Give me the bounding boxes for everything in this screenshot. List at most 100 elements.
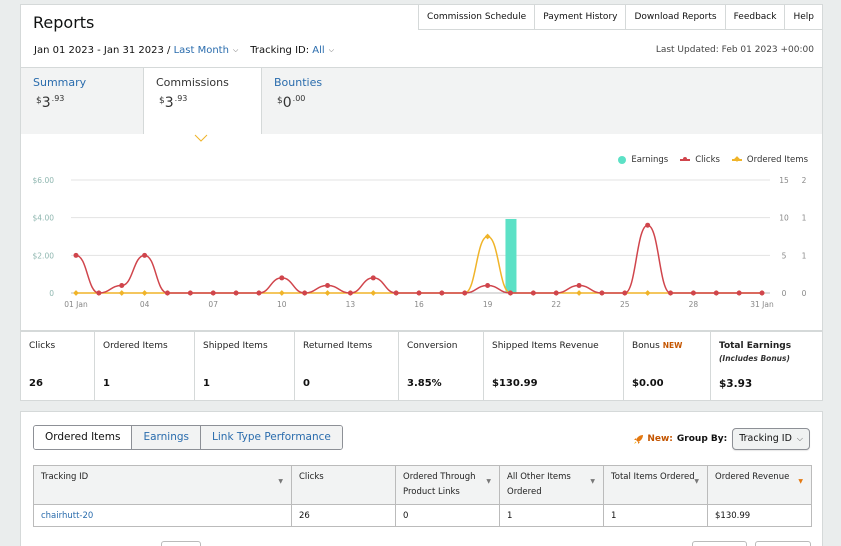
- col-tracking-id[interactable]: Tracking ID ▼: [33, 465, 292, 505]
- legend-earnings[interactable]: Earnings: [618, 155, 668, 165]
- tracking-id-label: Tracking ID:: [250, 45, 310, 56]
- tab-bounties-value: $0.00: [277, 94, 306, 111]
- clicks-point: [462, 290, 468, 296]
- y-left-tick-label: $4.00: [33, 214, 55, 223]
- group-by-control: New: Group By: Tracking ID ⌵: [633, 428, 810, 450]
- x-tick-label: 19: [483, 300, 493, 309]
- col-clicks[interactable]: Clicks: [291, 465, 396, 505]
- help-link[interactable]: Help: [784, 5, 823, 30]
- clicks-point: [187, 290, 193, 296]
- tab-summary[interactable]: Summary $3.93: [21, 68, 143, 136]
- commission-schedule-link[interactable]: Commission Schedule: [418, 5, 536, 30]
- col-ordered-through-product-links[interactable]: Ordered Through Product Links ▼: [395, 465, 500, 505]
- date-filter-row: Jan 01 2023 - Jan 31 2023 / Last Month ⌵…: [34, 45, 340, 56]
- ordered-items-point: [324, 290, 331, 296]
- tab-commissions-value: $3.93: [159, 94, 188, 111]
- ordered-revenue-cell: $130.99: [707, 504, 812, 527]
- ordered-items-point: [73, 290, 79, 296]
- all-other-items-cell: 1: [499, 504, 604, 527]
- ordered-items-point: [141, 290, 148, 296]
- tab-ordered-items[interactable]: Ordered Items: [34, 426, 132, 449]
- table-header-row: Tracking ID ▼ Clicks Ordered Through Prod…: [33, 465, 812, 505]
- tab-link-type-performance[interactable]: Link Type Performance: [200, 426, 342, 449]
- y-left-tick-label: 0: [49, 289, 54, 298]
- ordered-items-point: [118, 290, 125, 296]
- download-reports-link[interactable]: Download Reports: [625, 5, 726, 30]
- clicks-cell: 26: [291, 504, 396, 527]
- date-range: Jan 01 2023 - Jan 31 2023 /: [34, 45, 171, 56]
- rocket-icon: [634, 434, 644, 444]
- clicks-point: [576, 282, 582, 288]
- y-right-clicks-tick-label: 5: [782, 251, 787, 260]
- y-left-tick-label: $2.00: [33, 251, 55, 260]
- group-by-select[interactable]: Tracking ID ⌵: [732, 428, 810, 450]
- clicks-point: [370, 275, 376, 281]
- new-label: New:: [647, 434, 673, 444]
- ordered-items-point: [278, 290, 285, 296]
- clicks-point: [645, 222, 651, 228]
- feedback-link[interactable]: Feedback: [724, 5, 786, 30]
- tracking-id-dropdown[interactable]: All: [312, 45, 324, 56]
- x-tick-label: 04: [140, 300, 150, 309]
- ordered-items-line: [76, 235, 762, 294]
- metric-ordered-items: Ordered Items 1: [95, 332, 195, 400]
- pagination-prev-button[interactable]: [692, 541, 747, 546]
- metric-conversion: Conversion 3.85%: [399, 332, 484, 400]
- chart-panel: 0 0 0 $2.00 5 1 $4.00 10 1 $6.00 15 2 01 Jan 04 07 10 13…: [20, 134, 823, 331]
- metric-bonus: Bonus NEW $0.00: [624, 332, 711, 400]
- tab-pointer-outline: [194, 134, 208, 142]
- y-right-items-tick-label: 1: [802, 251, 807, 260]
- clicks-point: [759, 290, 765, 296]
- clicks-point: [302, 290, 308, 296]
- y-right-items-tick-label: 2: [802, 176, 807, 185]
- clicks-point: [142, 252, 148, 258]
- clicks-point: [690, 290, 696, 296]
- y-right-items-tick-label: 0: [802, 289, 807, 298]
- clicks-point: [279, 275, 285, 281]
- clicks-point: [668, 290, 674, 296]
- clicks-point: [416, 290, 422, 296]
- y-right-clicks-tick-label: 15: [779, 176, 789, 185]
- clicks-point: [439, 290, 445, 296]
- sort-active-icon: ▼: [798, 478, 803, 485]
- total-items-cell: 1: [603, 504, 708, 527]
- clicks-point: [119, 282, 125, 288]
- clicks-legend-marker: [680, 157, 691, 161]
- tab-summary-label: Summary: [33, 76, 87, 89]
- tab-commissions[interactable]: Commissions $3.93: [143, 68, 262, 138]
- col-total-items-ordered[interactable]: Total Items Ordered ▼: [603, 465, 708, 505]
- tab-summary-value: $3.93: [36, 94, 65, 111]
- y-right-items-tick-label: 1: [802, 214, 807, 223]
- summary-tabs: Summary $3.93 Commissions $3.93 Bounties…: [20, 67, 823, 138]
- tracking-id-cell[interactable]: chairhutt-20: [33, 504, 292, 527]
- col-all-other-items-ordered[interactable]: All Other Items Ordered ▼: [499, 465, 604, 505]
- chevron-down-icon: ⌵: [328, 46, 334, 54]
- col-ordered-revenue[interactable]: Ordered Revenue ▼: [707, 465, 812, 505]
- payment-history-link[interactable]: Payment History: [534, 5, 627, 30]
- x-tick-label: 01 Jan: [64, 300, 88, 309]
- active-tab-pointer: [175, 135, 187, 141]
- report-panel: Ordered Items Earnings Link Type Perform…: [20, 411, 823, 546]
- chevron-down-icon: ⌵: [232, 46, 239, 54]
- ordered-items-point: [644, 290, 651, 296]
- clicks-point: [256, 290, 262, 296]
- metric-clicks: Clicks 26: [21, 332, 95, 400]
- legend-clicks[interactable]: Clicks: [680, 155, 720, 165]
- tab-earnings[interactable]: Earnings: [131, 426, 201, 449]
- metric-returned-items: Returned Items 0: [295, 332, 399, 400]
- clicks-point: [507, 290, 513, 296]
- clicks-point: [325, 282, 331, 288]
- tab-bounties[interactable]: Bounties $0.00: [262, 68, 382, 136]
- pagination-next-button[interactable]: [755, 541, 811, 546]
- clicks-point: [485, 282, 491, 288]
- x-tick-label: 28: [689, 300, 699, 309]
- ordered-through-product-links-cell: 0: [395, 504, 500, 527]
- period-dropdown[interactable]: Last Month: [174, 45, 229, 56]
- last-updated: Last Updated: Feb 01 2023 +00:00: [655, 45, 814, 55]
- sort-icon: ▼: [590, 478, 595, 485]
- clicks-point: [713, 290, 719, 296]
- pagination-select[interactable]: [161, 541, 201, 546]
- y-right-clicks-tick-label: 10: [779, 214, 789, 223]
- legend-ordered-items[interactable]: Ordered Items: [731, 155, 808, 165]
- x-tick-label: 16: [414, 300, 424, 309]
